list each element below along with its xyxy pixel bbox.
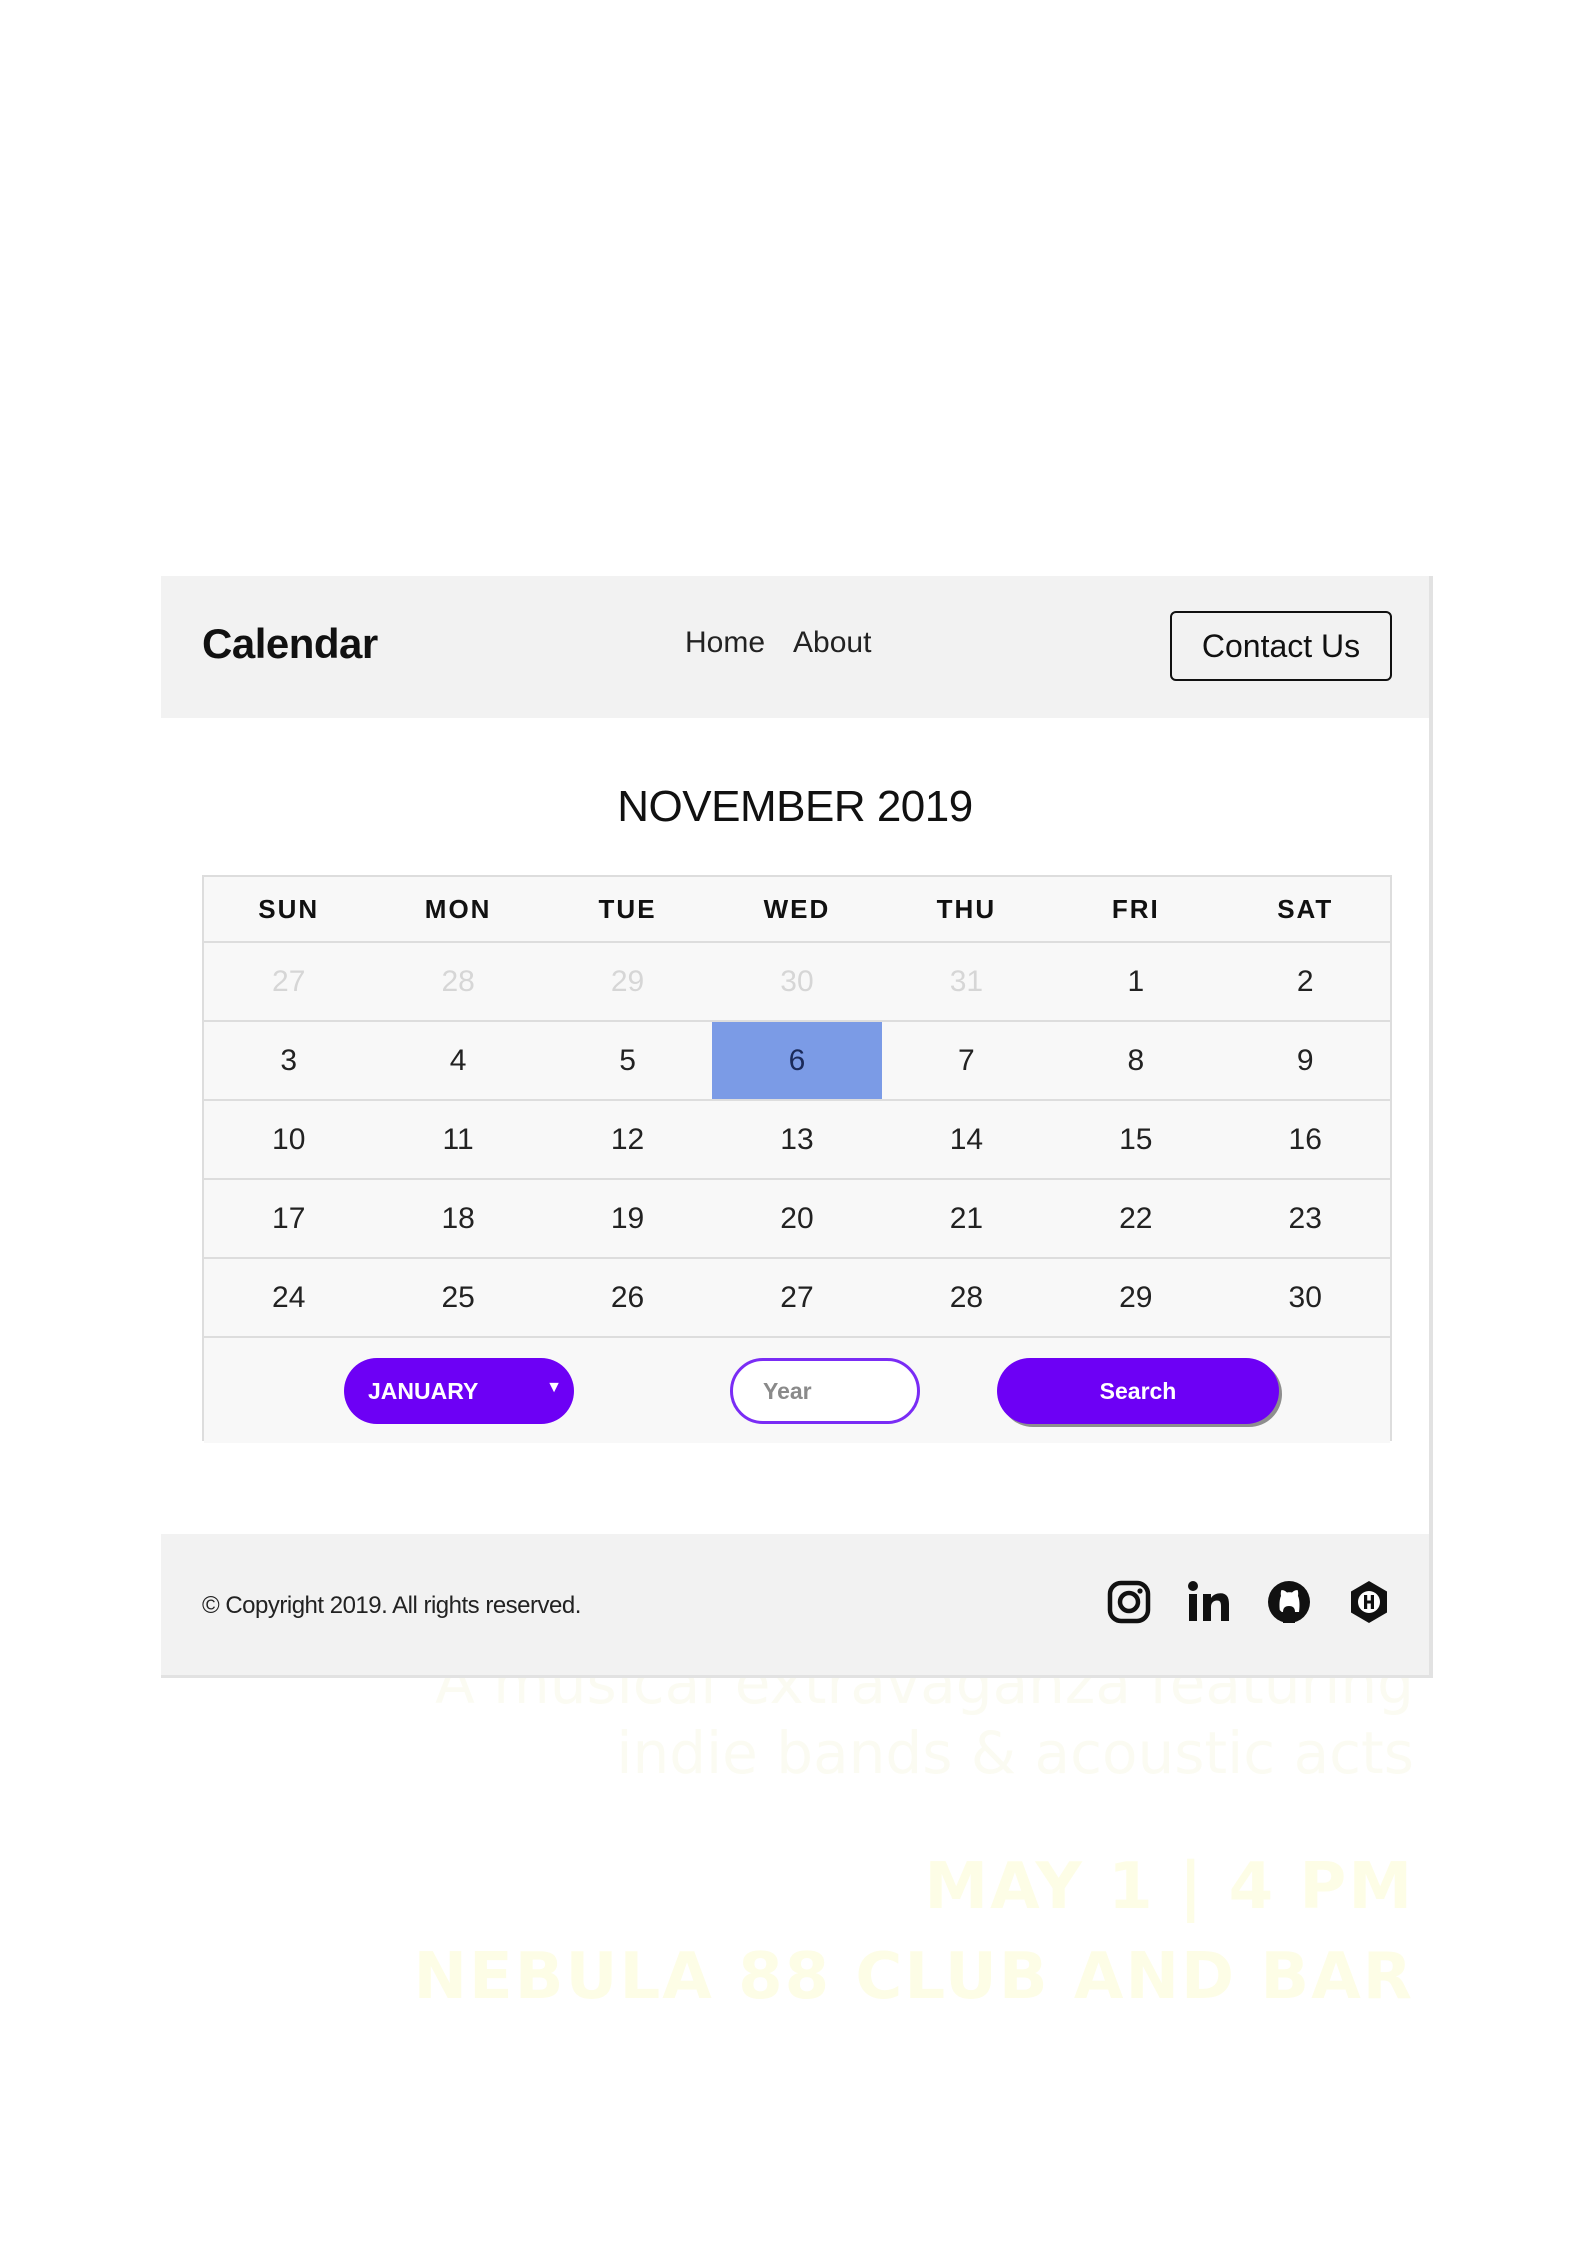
calendar-day[interactable]: 2: [1221, 943, 1390, 1020]
calendar-week-row: 10 11 12 13 14 15 16: [204, 1101, 1390, 1180]
calendar-day[interactable]: 13: [712, 1101, 881, 1178]
calendar-day[interactable]: 3: [204, 1022, 373, 1099]
calendar-day[interactable]: 23: [1221, 1180, 1390, 1257]
calendar-day[interactable]: 7: [882, 1022, 1051, 1099]
calendar-controls: JANUARY ▼ Search: [204, 1338, 1390, 1443]
weekday-mon: MON: [424, 894, 492, 924]
weekday-fri: FRI: [1111, 894, 1160, 924]
calendar-week-row: 27 28 29 30 31 1 2: [204, 943, 1390, 1022]
calendar-day[interactable]: 25: [373, 1259, 542, 1336]
calendar-week-row: 24 25 26 27 28 29 30: [204, 1259, 1390, 1338]
calendar-day[interactable]: 19: [543, 1180, 712, 1257]
weekday-tue: TUE: [598, 894, 657, 924]
month-select[interactable]: JANUARY ▼: [344, 1358, 574, 1424]
linkedin-icon[interactable]: [1185, 1578, 1233, 1626]
calendar-day[interactable]: 22: [1051, 1180, 1220, 1257]
calendar-day[interactable]: 9: [1221, 1022, 1390, 1099]
calendar-day[interactable]: 11: [373, 1101, 542, 1178]
calendar-day[interactable]: 29: [1051, 1259, 1220, 1336]
calendar-days: 27 28 29 30 31 1 2 3 4 5 6 7 8 9 10 11 12 13 14 15 16 17 18 19 2…: [204, 943, 1390, 1338]
month-select-value: JANUARY: [368, 1378, 479, 1404]
weekday-sat: SAT: [1277, 894, 1334, 924]
calendar-day-other-month[interactable]: 30: [712, 943, 881, 1020]
calendar-day[interactable]: 14: [882, 1101, 1051, 1178]
calendar-day[interactable]: 15: [1051, 1101, 1220, 1178]
chevron-down-icon: ▼: [546, 1379, 562, 1396]
brand-logo[interactable]: Calendar: [202, 620, 378, 668]
calendar-week-row: 3456789: [204, 1022, 1390, 1101]
calendar-day[interactable]: 18: [373, 1180, 542, 1257]
contact-us-button[interactable]: Contact Us: [1170, 611, 1392, 681]
hashnode-icon[interactable]: [1345, 1578, 1393, 1626]
calendar-day[interactable]: 20: [712, 1180, 881, 1257]
github-icon[interactable]: [1265, 1578, 1313, 1626]
calendar-week-row: 17 18 19 20 21 22 23: [204, 1180, 1390, 1259]
calendar-day-other-month[interactable]: 31: [882, 943, 1051, 1020]
weekday-thu: THU: [936, 894, 997, 924]
nav-about-link[interactable]: About: [793, 626, 871, 660]
calendar-day[interactable]: 16: [1221, 1101, 1390, 1178]
nav-home-link[interactable]: Home: [685, 626, 765, 660]
calendar-day[interactable]: 8: [1051, 1022, 1220, 1099]
calendar-day[interactable]: 17: [204, 1180, 373, 1257]
calendar-day[interactable]: 21: [882, 1180, 1051, 1257]
calendar-day[interactable]: 28: [882, 1259, 1051, 1336]
calendar-card: Calendar Home About Contact Us NOVEMBER …: [161, 576, 1433, 1678]
calendar-day-other-month[interactable]: 27: [204, 943, 373, 1020]
instagram-icon[interactable]: [1105, 1578, 1153, 1626]
weekday-sun: SUN: [258, 894, 320, 924]
copyright-text: © Copyright 2019. All rights reserved.: [202, 1592, 581, 1619]
calendar-day[interactable]: 4: [373, 1022, 542, 1099]
year-input[interactable]: [730, 1358, 920, 1424]
calendar-day[interactable]: 1: [1051, 943, 1220, 1020]
calendar-day[interactable]: 27: [712, 1259, 881, 1336]
social-links: [1105, 1578, 1393, 1626]
navbar: Calendar Home About Contact Us: [161, 576, 1429, 718]
footer: © Copyright 2019. All rights reserved.: [161, 1534, 1429, 1675]
search-button[interactable]: Search: [997, 1358, 1279, 1424]
background-event-venue: NEBULA 88 CLUB AND BAR: [413, 1940, 1414, 2014]
weekday-wed: WED: [763, 894, 831, 924]
nav-links: Home About: [685, 626, 871, 660]
calendar-day[interactable]: 26: [543, 1259, 712, 1336]
calendar-day[interactable]: 12: [543, 1101, 712, 1178]
weekday-header: SUN MON TUE WED THU FRI SAT: [204, 877, 1390, 943]
calendar-day-other-month[interactable]: 29: [543, 943, 712, 1020]
month-title: NOVEMBER 2019: [617, 782, 973, 831]
calendar-day[interactable]: 24: [204, 1259, 373, 1336]
calendar-day-today[interactable]: 6: [712, 1022, 882, 1099]
background-event-date: MAY 1 | 4 PM: [924, 1850, 1414, 1924]
calendar-grid: SUN MON TUE WED THU FRI SAT 27 28 29 30 31 1 2…: [202, 875, 1392, 1443]
calendar-day[interactable]: 10: [204, 1101, 373, 1178]
calendar-day[interactable]: 30: [1221, 1259, 1390, 1336]
background-tagline-line2: indie bands & acoustic acts: [616, 1719, 1414, 1787]
calendar-day-other-month[interactable]: 28: [373, 943, 542, 1020]
calendar-day[interactable]: 5: [543, 1022, 712, 1099]
